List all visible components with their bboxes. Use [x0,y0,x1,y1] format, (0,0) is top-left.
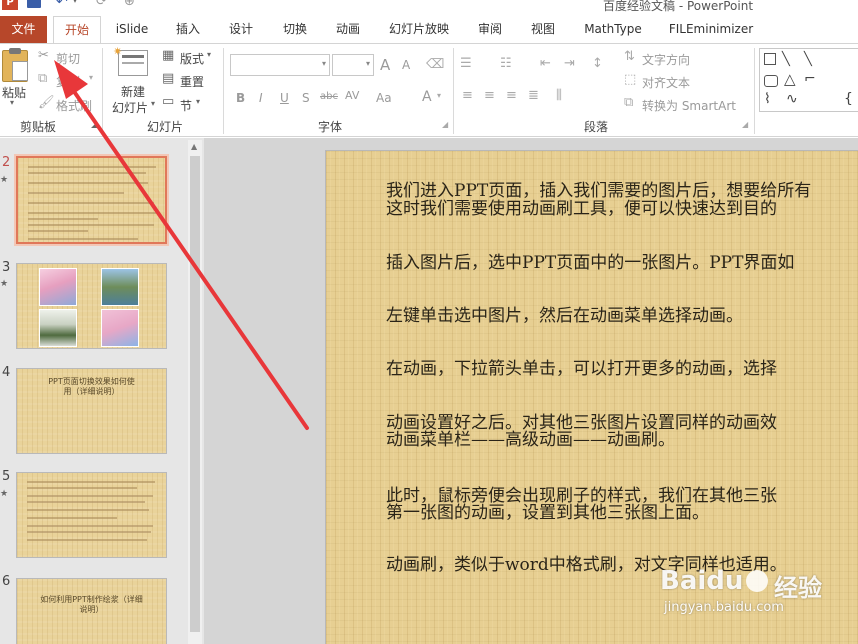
annotation-arrow [54,60,309,430]
baidu-watermark: Baidu 经验 jingyan.baidu.com [658,566,858,644]
watermark-url: jingyan.baidu.com [664,600,784,615]
baidu-logo-text: Baidu [660,566,744,596]
baidu-jingyan-text: 经验 [774,574,822,602]
powerpoint-window: P ↶ ▾ ⟳ ⊕ 百度经验文稿 - PowerPoint 文件 开始 iSli… [0,0,858,644]
paw-icon [746,570,768,592]
